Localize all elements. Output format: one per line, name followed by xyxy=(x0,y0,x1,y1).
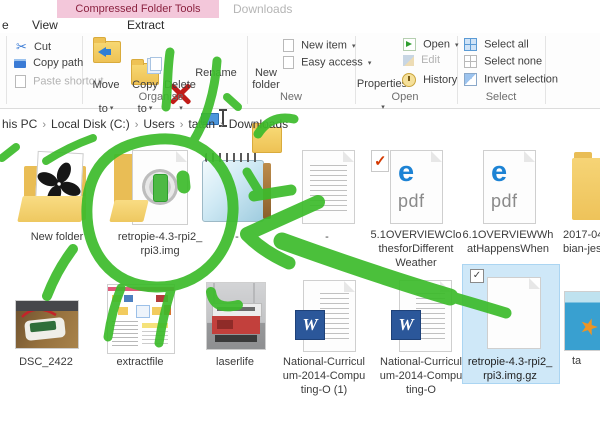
chevron-right-icon: › xyxy=(180,119,184,131)
chevron-down-icon: ▾ xyxy=(352,43,356,50)
chevron-down-icon: ▾ xyxy=(381,104,385,111)
easy-access-icon xyxy=(283,56,294,69)
notepad-icon xyxy=(199,151,273,225)
edge-pdf-file-icon: e pdf xyxy=(390,150,443,224)
chevron-right-icon: › xyxy=(135,119,139,131)
word-logo-icon: W xyxy=(295,310,325,340)
new-item-button[interactable]: New item ▾ xyxy=(283,39,355,52)
scissors-icon: ✂ xyxy=(16,39,27,55)
edge-logo-icon: e xyxy=(398,158,414,187)
photo-thumbnail xyxy=(15,300,79,349)
breadcrumb-this-pc[interactable]: his PC xyxy=(2,117,37,131)
ribbon: ✂ Cut Copy path Paste shortcut Move to▾ … xyxy=(0,33,600,109)
screenshot-thumbnail xyxy=(107,284,175,354)
history-icon xyxy=(402,73,416,87)
file-label: - xyxy=(187,230,287,244)
chevron-right-icon: › xyxy=(220,119,224,131)
tab-extract[interactable]: Extract xyxy=(127,18,164,33)
invert-selection-icon xyxy=(464,73,477,86)
gz-file-icon xyxy=(487,277,541,349)
window-title: Downloads xyxy=(233,2,292,16)
marker-ray xyxy=(47,249,73,296)
copy-path-icon xyxy=(14,59,26,68)
new-item-icon xyxy=(283,39,294,52)
edge-logo-icon: e xyxy=(491,158,507,187)
file-label: 5.1OVERVIEWClo thesforDifferent Weather xyxy=(366,228,466,270)
file-label: National-Curricul um-2014-Compu ting-O xyxy=(371,355,471,397)
copy-path-button[interactable]: Copy path xyxy=(14,57,83,69)
file-label: National-Curricul um-2014-Compu ting-O (… xyxy=(274,355,374,397)
chevron-down-icon: ▾ xyxy=(455,42,459,49)
photo-thumbnail xyxy=(206,282,266,350)
edit-button[interactable]: Edit xyxy=(403,54,440,66)
word-file-icon: W xyxy=(399,280,452,352)
text-file-icon xyxy=(302,150,355,224)
paste-shortcut-icon xyxy=(15,75,26,88)
arrow-left-icon xyxy=(98,47,106,57)
folder-icon xyxy=(572,158,600,220)
file-label: New folder xyxy=(7,230,107,244)
red-check-icon: ✓ xyxy=(374,152,387,170)
word-logo-icon: W xyxy=(391,310,421,340)
file-label: 6.1OVERVIEWWh atHappensWhen xyxy=(458,228,558,256)
photo-thumbnail: ★ xyxy=(564,291,600,351)
chevron-down-icon: ▾ xyxy=(110,105,114,112)
edit-icon xyxy=(403,55,414,66)
folder-front-flap xyxy=(109,200,148,222)
pdf-text: pdf xyxy=(398,191,425,212)
contextual-tab-header[interactable]: Compressed Folder Tools xyxy=(57,0,219,18)
history-button[interactable]: History xyxy=(402,73,457,87)
tab-share-partial[interactable]: e xyxy=(2,18,9,33)
chevron-down-icon: ▾ xyxy=(179,105,183,112)
invert-selection-button[interactable]: Invert selection xyxy=(464,73,558,86)
pdf-text: pdf xyxy=(491,191,518,212)
group-label-organise: Organise xyxy=(121,91,201,103)
folder-front-flap xyxy=(17,196,87,222)
chevron-down-icon: ▾ xyxy=(149,105,153,112)
group-label-new: New xyxy=(251,91,331,103)
file-label: - xyxy=(277,230,377,244)
breadcrumb-tatan[interactable]: tatan xyxy=(188,117,215,131)
select-none-icon xyxy=(464,55,477,68)
open-button[interactable]: Open ▾ xyxy=(403,38,459,51)
breadcrumb-local-disk[interactable]: Local Disk (C:) xyxy=(51,117,130,131)
select-none-button[interactable]: Select none xyxy=(464,55,542,68)
move-to-folder-icon xyxy=(93,41,121,63)
chevron-right-icon: › xyxy=(42,119,46,131)
properties-icon: ✓ xyxy=(371,150,389,172)
starfish-icon: ★ xyxy=(575,312,600,343)
select-all-icon xyxy=(464,38,477,51)
ribbon-separator xyxy=(545,36,546,104)
ribbon-separator xyxy=(6,36,7,104)
cut-button[interactable]: ✂ Cut xyxy=(16,39,51,55)
group-label-select: Select xyxy=(461,91,541,103)
file-label: DSC_2422 xyxy=(0,355,94,369)
word-file-icon: W xyxy=(303,280,356,352)
file-label: ta xyxy=(572,354,600,368)
disc-label-icon xyxy=(153,174,168,202)
breadcrumb-downloads[interactable]: Downloads xyxy=(229,117,288,131)
select-all-button[interactable]: Select all xyxy=(464,38,529,51)
file-label: 2017-04 bian-jes xyxy=(563,228,600,256)
file-label: retropie-4.3-rpi2_ rpi3.img.gz xyxy=(462,355,558,383)
checkbox-checked[interactable]: ✓ xyxy=(470,269,484,283)
tab-view[interactable]: View xyxy=(32,18,58,33)
breadcrumb-users[interactable]: Users xyxy=(143,117,174,131)
open-icon xyxy=(403,38,416,51)
file-label: laserlife xyxy=(185,355,285,369)
edge-pdf-file-icon: e pdf xyxy=(483,150,536,224)
breadcrumb: his PC › Local Disk (C:) › Users › tatan › Downl… xyxy=(2,117,293,131)
group-label-open: Open xyxy=(365,91,445,103)
file-label: extractfile xyxy=(90,355,190,369)
